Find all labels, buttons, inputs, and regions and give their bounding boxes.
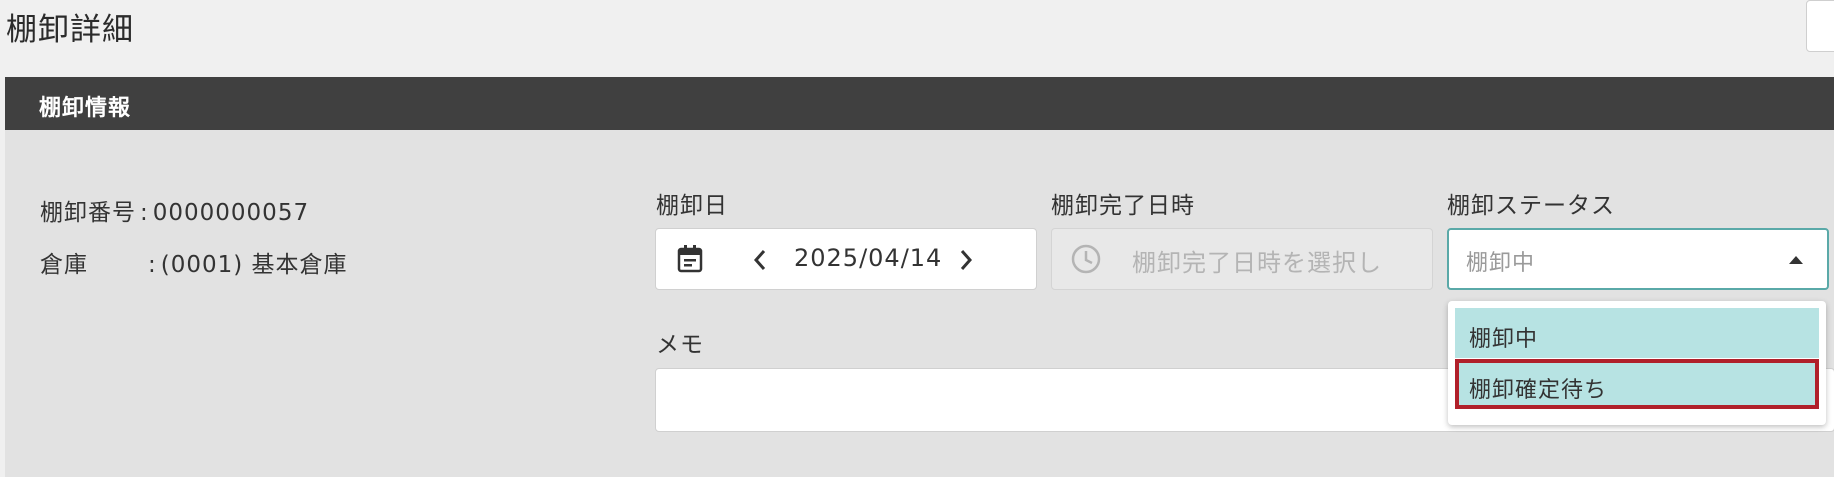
caret-up-icon[interactable] [1787, 254, 1805, 266]
date-field[interactable]: 2025/04/14 [655, 228, 1037, 290]
colon: : [148, 252, 157, 278]
status-option-in-progress[interactable]: 棚卸中 [1455, 308, 1819, 358]
status-select[interactable]: 棚卸中 [1447, 228, 1829, 290]
status-dropdown: 棚卸中 棚卸確定待ち [1448, 301, 1826, 425]
inventory-number-label: 棚卸番号 [40, 200, 136, 226]
top-right-button[interactable] [1806, 0, 1834, 52]
warehouse-row: 倉庫: (0001) 基本倉庫 [40, 245, 348, 279]
memo-label: メモ [656, 332, 704, 358]
calendar-icon[interactable] [676, 244, 704, 274]
panel-header: 棚卸情報 [5, 77, 1834, 130]
panel-header-title: 棚卸情報 [39, 96, 132, 121]
colon: : [140, 200, 149, 226]
date-value: 2025/04/14 [794, 244, 943, 272]
inventory-number-value: 0000000057 [152, 200, 310, 226]
clock-icon [1071, 244, 1101, 274]
complete-datetime-label: 棚卸完了日時 [1051, 193, 1195, 219]
inventory-number-row: 棚卸番号:0000000057 [40, 193, 309, 227]
warehouse-label: 倉庫 [40, 252, 88, 278]
warehouse-value: (0001) 基本倉庫 [160, 252, 348, 278]
status-select-value: 棚卸中 [1466, 251, 1536, 276]
complete-datetime-field[interactable]: 棚卸完了日時を選択し [1051, 228, 1433, 290]
status-label: 棚卸ステータス [1447, 193, 1615, 219]
date-label: 棚卸日 [656, 193, 728, 219]
page-title: 棚卸詳細 [6, 12, 134, 48]
chevron-left-icon[interactable] [752, 248, 768, 272]
status-option-awaiting-confirm[interactable]: 棚卸確定待ち [1455, 359, 1819, 409]
chevron-right-icon[interactable] [958, 248, 974, 272]
complete-datetime-placeholder: 棚卸完了日時を選択し [1132, 249, 1382, 277]
